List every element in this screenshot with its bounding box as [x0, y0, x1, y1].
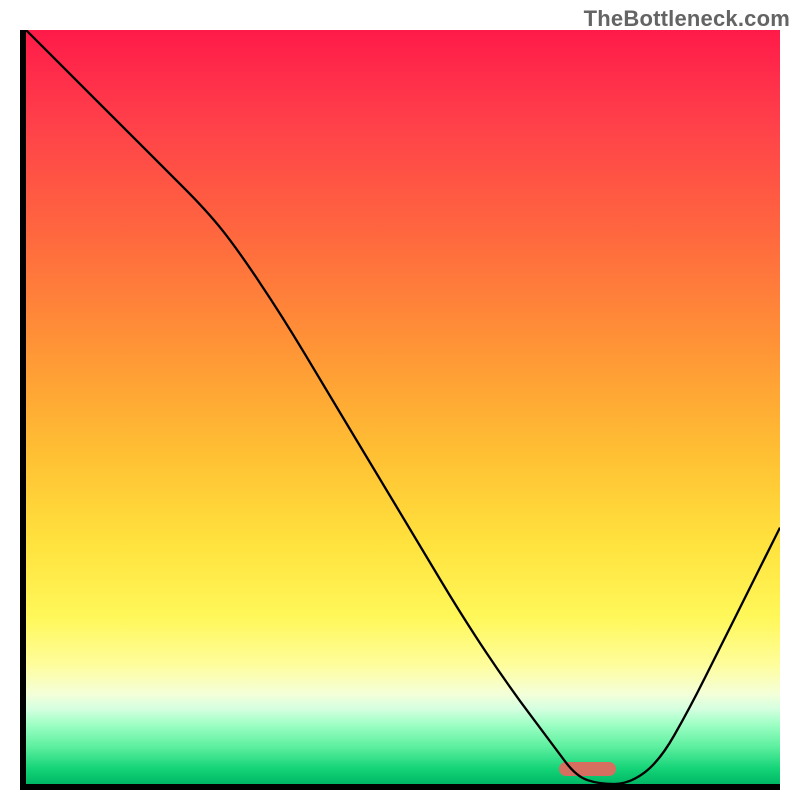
plot-area — [20, 30, 780, 790]
watermark-text: TheBottleneck.com — [584, 6, 790, 32]
chart-container: TheBottleneck.com — [0, 0, 800, 800]
bottleneck-curve — [26, 30, 780, 784]
